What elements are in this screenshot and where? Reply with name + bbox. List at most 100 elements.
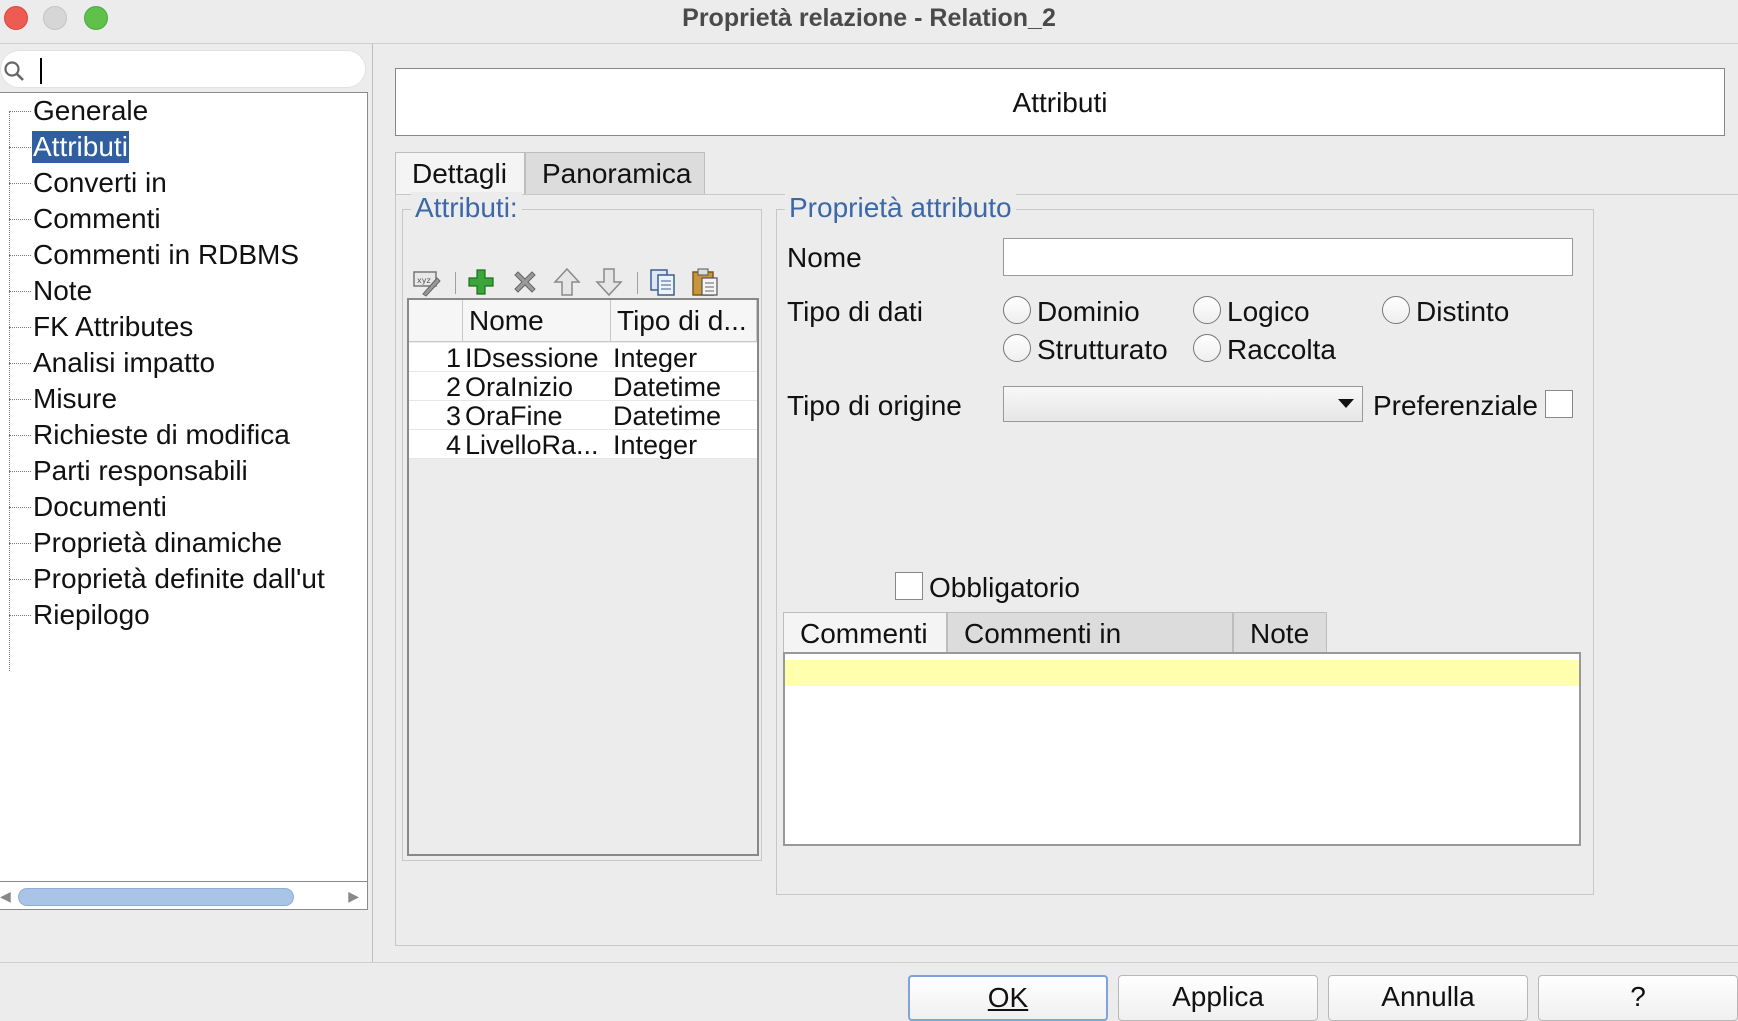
dialog-footer: OK Applica Annulla ?	[0, 962, 1738, 1021]
tab-panoramica[interactable]: Panoramica	[525, 152, 705, 194]
current-line-highlight	[785, 660, 1579, 686]
copy-icon[interactable]	[647, 266, 679, 298]
data-type-label: Tipo di dati	[787, 296, 923, 327]
source-type-select[interactable]	[1003, 386, 1363, 422]
name-field[interactable]	[1003, 238, 1573, 276]
preferential-checkbox[interactable]	[1545, 390, 1573, 418]
column-header-type[interactable]: Tipo di d...	[611, 300, 757, 342]
sidebar-item-riepilogo[interactable]: Riepilogo	[0, 597, 368, 633]
sidebar-item-documenti[interactable]: Documenti	[0, 489, 368, 525]
table-row[interactable]: 2 OraInizio Datetime	[409, 372, 757, 401]
cell-type: Datetime	[613, 372, 722, 401]
details-tab-content: Attributi: xyz Nome Tipo di d... 1 IDses…	[395, 192, 1738, 946]
sidebar-item-label: Note	[33, 275, 93, 306]
column-header-index[interactable]	[409, 300, 463, 342]
table-row[interactable]: 4 LivelloRa... Integer	[409, 430, 757, 459]
left-panel: Generale Attributi Converti in Commenti …	[0, 44, 372, 962]
ok-button-label: OK	[987, 982, 1029, 1013]
source-type-label: Tipo di origine	[787, 390, 962, 421]
search-input[interactable]	[0, 50, 366, 88]
edit-icon[interactable]: xyz	[411, 266, 443, 298]
sidebar-item-generale[interactable]: Generale	[0, 93, 368, 129]
radio-dominio-label[interactable]: Dominio	[1037, 296, 1140, 328]
cell-name: OraInizio	[465, 372, 574, 401]
tab-dettagli[interactable]: Dettagli	[395, 152, 525, 194]
horizontal-scrollbar[interactable]: ◀ ▶	[0, 882, 368, 910]
name-label: Nome	[787, 242, 862, 273]
attributes-group-title: Attributi:	[411, 192, 522, 224]
sidebar-item-proprieta-dinamiche[interactable]: Proprietà dinamiche	[0, 525, 368, 561]
move-up-icon[interactable]	[551, 266, 583, 298]
radio-strutturato-label[interactable]: Strutturato	[1037, 334, 1168, 366]
sidebar-item-converti-in[interactable]: Converti in	[0, 165, 368, 201]
tab-commenti-rdbms[interactable]: Commenti in RDBMS	[947, 612, 1233, 683]
sidebar-item-label: Parti responsabili	[33, 455, 248, 486]
sidebar-item-commenti[interactable]: Commenti	[0, 201, 368, 237]
radio-raccolta[interactable]	[1193, 334, 1221, 362]
cell-type: Integer	[613, 430, 698, 459]
sidebar-item-misure[interactable]: Misure	[0, 381, 368, 417]
apply-button[interactable]: Applica	[1118, 975, 1318, 1021]
sidebar-item-label: Commenti in RDBMS	[33, 239, 300, 270]
mandatory-checkbox[interactable]	[895, 572, 923, 600]
radio-distinto-label[interactable]: Distinto	[1416, 296, 1509, 328]
attributes-group: Attributi: xyz Nome Tipo di d... 1 IDses…	[402, 192, 762, 861]
sidebar-item-label: Analisi impatto	[33, 347, 216, 378]
sidebar-item-label: Proprietà dinamiche	[33, 527, 283, 558]
sidebar-item-commenti-rdbms[interactable]: Commenti in RDBMS	[0, 237, 368, 273]
attributes-table[interactable]: Nome Tipo di d... 1 IDsessione Integer 2…	[407, 298, 759, 856]
add-icon[interactable]	[465, 266, 497, 298]
main-panel: Attributi Dettagli Panoramica Attributi:…	[372, 44, 1738, 962]
sidebar-item-label: FK Attributes	[33, 311, 194, 342]
move-down-icon[interactable]	[593, 266, 625, 298]
sidebar-item-parti-responsabili[interactable]: Parti responsabili	[0, 453, 368, 489]
title-bar: Proprietà relazione - Relation_2	[0, 0, 1738, 44]
svg-text:xyz: xyz	[417, 276, 431, 285]
sidebar-item-attributi[interactable]: Attributi	[0, 129, 368, 165]
cancel-button[interactable]: Annulla	[1328, 975, 1528, 1021]
sidebar-item-label: Richieste di modifica	[33, 419, 290, 450]
cell-type: Datetime	[613, 401, 722, 430]
sidebar-item-proprieta-definite[interactable]: Proprietà definite dall'ut	[0, 561, 368, 597]
help-button[interactable]: ?	[1538, 975, 1738, 1021]
sidebar-item-richieste-modifica[interactable]: Richieste di modifica	[0, 417, 368, 453]
mandatory-label[interactable]: Obbligatorio	[929, 572, 1080, 604]
properties-group-title: Proprietà attributo	[785, 192, 1016, 224]
tab-note[interactable]: Note	[1233, 612, 1327, 652]
section-header: Attributi	[395, 68, 1725, 136]
toolbar-separator	[455, 272, 456, 294]
sidebar-item-label: Commenti	[33, 203, 161, 234]
text-caret	[40, 58, 42, 84]
sidebar-item-note[interactable]: Note	[0, 273, 368, 309]
search-icon	[4, 61, 24, 81]
sidebar-item-label: Riepilogo	[33, 599, 150, 630]
column-header-name[interactable]: Nome	[463, 300, 611, 342]
cell-name: IDsessione	[465, 343, 599, 372]
cell-type: Integer	[613, 343, 698, 372]
delete-icon[interactable]	[509, 266, 541, 298]
radio-logico-label[interactable]: Logico	[1227, 296, 1310, 328]
radio-logico[interactable]	[1193, 296, 1221, 324]
table-row[interactable]: 1 IDsessione Integer	[409, 343, 757, 372]
cell-name: LivelloRa...	[465, 430, 599, 459]
tab-commenti[interactable]: Commenti	[783, 612, 947, 652]
radio-raccolta-label[interactable]: Raccolta	[1227, 334, 1336, 366]
radio-distinto[interactable]	[1382, 296, 1410, 324]
sidebar-item-analisi-impatto[interactable]: Analisi impatto	[0, 345, 368, 381]
ok-button[interactable]: OK	[908, 975, 1108, 1021]
scroll-right-icon[interactable]: ▶	[348, 888, 359, 905]
radio-strutturato[interactable]	[1003, 334, 1031, 362]
paste-icon[interactable]	[689, 266, 721, 298]
radio-dominio[interactable]	[1003, 296, 1031, 324]
sidebar-item-label: Converti in	[33, 167, 167, 198]
comment-textarea[interactable]	[783, 652, 1581, 846]
sidebar-item-fk-attributes[interactable]: FK Attributes	[0, 309, 368, 345]
section-title: Attributi	[1012, 87, 1108, 118]
scrollbar-thumb[interactable]	[18, 888, 294, 906]
table-row[interactable]: 3 OraFine Datetime	[409, 401, 757, 430]
row-number: 2	[445, 372, 461, 401]
scroll-left-icon[interactable]: ◀	[0, 888, 11, 905]
window-title: Proprietà relazione - Relation_2	[682, 4, 1056, 32]
chevron-down-icon	[1338, 399, 1354, 408]
sidebar-item-label: Misure	[33, 383, 118, 414]
